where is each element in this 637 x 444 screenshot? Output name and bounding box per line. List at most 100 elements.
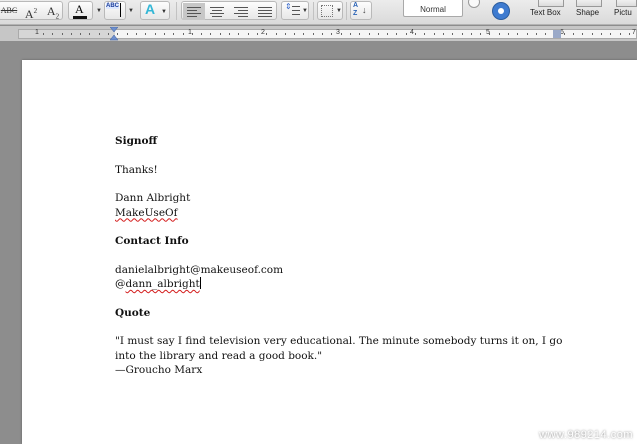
shape-icon[interactable] — [576, 0, 602, 7]
horizontal-ruler[interactable]: 1 1 2 3 4 5 6 7 — [0, 26, 637, 41]
quote-line-2: into the library and read a good book." — [115, 349, 323, 362]
ruler-tick — [62, 33, 63, 35]
document-page[interactable]: Signoff Thanks! Dann Albright MakeUseOf … — [22, 60, 637, 444]
ruler-tick — [601, 33, 602, 35]
ruler-tick — [564, 33, 565, 35]
ruler-tick — [592, 33, 593, 35]
subscript-button[interactable]: A2 — [44, 1, 62, 21]
line-spacing-icon: ⇕ — [285, 2, 292, 11]
highlight-label: ABC — [106, 3, 119, 9]
ruler-tick — [341, 33, 342, 35]
ruler-tick — [387, 33, 388, 35]
ruler-tick — [499, 33, 500, 35]
ruler-tick — [303, 33, 304, 35]
twitter-line: @dann_albright — [115, 277, 615, 292]
ruler-tick — [443, 33, 444, 35]
ruler-tick — [471, 33, 472, 35]
toolbar-separator — [176, 2, 177, 20]
text-cursor-icon — [120, 3, 121, 17]
chevron-down-icon: ▼ — [336, 8, 342, 14]
borders-button[interactable]: ▼ — [317, 1, 343, 20]
highlight-button[interactable]: ABC — [104, 1, 126, 20]
ruler-tick — [229, 33, 230, 35]
superscript-label: A — [24, 7, 34, 21]
chevron-down-icon[interactable]: ▼ — [128, 8, 134, 14]
ruler-tick — [452, 33, 453, 35]
document-body[interactable]: Signoff Thanks! Dann Albright MakeUseOf … — [115, 134, 615, 378]
left-indent-marker[interactable] — [110, 27, 118, 41]
ruler-tick — [378, 33, 379, 35]
picture-button-label[interactable]: Pictu — [614, 8, 632, 17]
chevron-down-icon: ▼ — [302, 8, 308, 14]
ruler-tick — [285, 33, 286, 35]
ruler-tick — [220, 33, 221, 35]
ruler-tick — [406, 33, 407, 35]
thanks-line: Thanks! — [115, 163, 158, 176]
ruler-tick — [43, 33, 44, 35]
text-effects-button[interactable]: A ▼ — [140, 1, 170, 20]
ruler-tick — [52, 33, 53, 35]
styles-pane-icon[interactable] — [492, 2, 510, 20]
right-indent-marker[interactable] — [553, 30, 561, 38]
ruler-tick — [108, 33, 109, 35]
watermark-text: www.989214.com — [539, 429, 633, 441]
ruler-tick — [173, 33, 174, 35]
style-gallery-scroll-icon[interactable] — [468, 0, 480, 8]
font-color-button[interactable]: A — [68, 1, 93, 20]
ruler-tick — [396, 33, 397, 35]
ribbon-toolbar: ABC A2 A2 A ▼ ABC ▼ A ▼ ⇕ ▼ ▼ A Z ↓ Norm… — [0, 0, 637, 25]
ruler-tick — [201, 33, 202, 35]
align-center-button[interactable] — [206, 3, 228, 20]
toolbar-separator — [313, 2, 314, 20]
ruler-tick — [480, 33, 481, 35]
strikethrough-button[interactable]: ABC — [0, 1, 18, 21]
subscript-label: A — [46, 4, 56, 18]
ruler-tick — [536, 33, 537, 35]
ruler-tick — [192, 33, 193, 35]
ruler-tick — [183, 33, 184, 35]
ruler-tick — [266, 33, 267, 35]
ruler-tick — [145, 33, 146, 35]
ruler-tick — [415, 33, 416, 35]
ruler-tick — [620, 33, 621, 35]
picture-icon[interactable] — [616, 0, 637, 7]
line-spacing-button[interactable]: ⇕ ▼ — [281, 1, 309, 20]
ruler-tick — [294, 33, 295, 35]
text-effects-icon: A — [145, 1, 156, 17]
ruler-tick — [89, 33, 90, 35]
ruler-tick — [582, 33, 583, 35]
email-line: danielalbright@makeuseof.com — [115, 263, 284, 276]
company-line: MakeUseOf — [115, 206, 615, 221]
text-box-button-label[interactable]: Text Box — [530, 8, 561, 17]
ruler-tick — [164, 33, 165, 35]
style-gallery-normal[interactable]: Normal — [403, 0, 463, 17]
sort-icon: AZ — [353, 2, 359, 17]
ruler-left-margin — [19, 30, 115, 38]
ruler-tick — [508, 33, 509, 35]
ruler-tick — [238, 33, 239, 35]
ruler-number: 2 — [261, 29, 265, 36]
contact-heading: Contact Info — [115, 235, 189, 247]
ruler-tick — [629, 33, 630, 35]
ruler-tick — [369, 33, 370, 35]
ruler-tick — [489, 33, 490, 35]
borders-icon — [321, 5, 333, 17]
text-box-icon[interactable] — [538, 0, 564, 7]
font-color-label: A — [75, 2, 84, 16]
align-right-button[interactable] — [230, 3, 252, 20]
ruler-tick — [434, 33, 435, 35]
ruler-tick — [527, 33, 528, 35]
alignment-group — [181, 1, 277, 20]
justify-button[interactable] — [254, 3, 276, 20]
text-cursor — [199, 277, 201, 289]
align-left-button[interactable] — [183, 3, 205, 20]
chevron-down-icon[interactable]: ▼ — [96, 8, 102, 14]
ruler-tick — [359, 33, 360, 35]
ruler-tick — [424, 33, 425, 35]
ruler-number: 7 — [632, 29, 636, 36]
sort-arrow-icon: ↓ — [362, 5, 367, 15]
superscript-button[interactable]: A2 — [22, 1, 40, 21]
shape-button-label[interactable]: Shape — [576, 8, 599, 17]
sort-button[interactable]: AZ ↓ — [350, 1, 372, 20]
quote-line-1: "I must say I find television very educa… — [115, 335, 563, 347]
